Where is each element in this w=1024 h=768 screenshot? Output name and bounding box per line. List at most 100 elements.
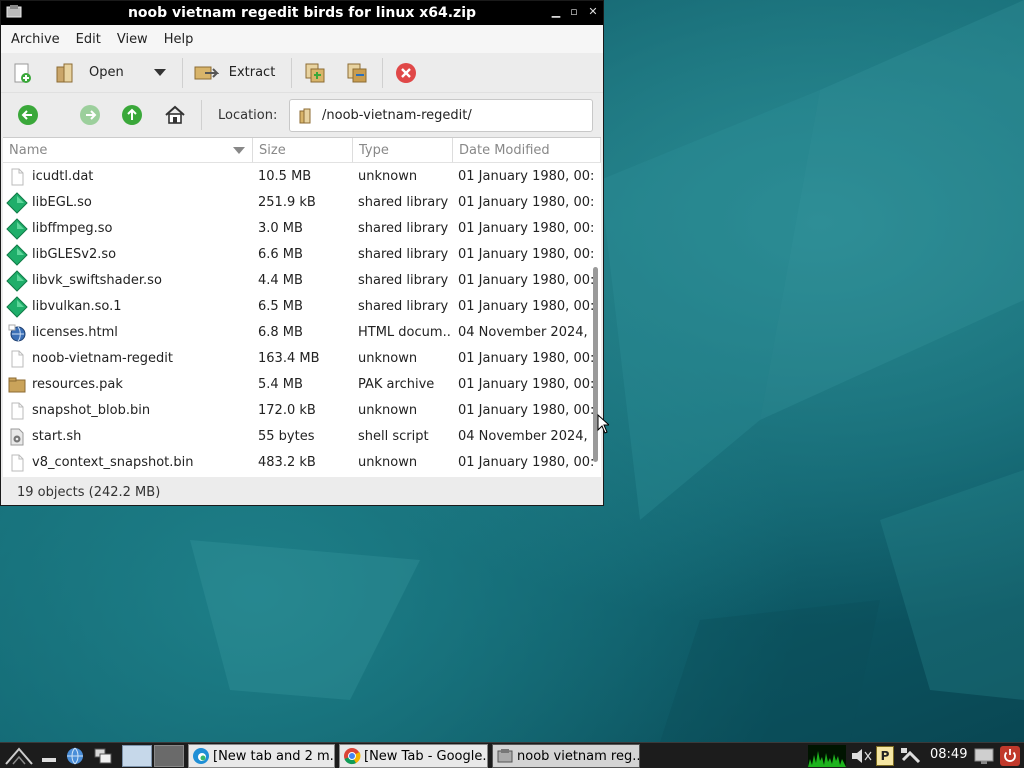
file-name: licenses.html bbox=[32, 325, 118, 340]
file-size: 251.9 kB bbox=[258, 195, 316, 210]
table-row[interactable]: libvk_swiftshader.so 4.4 MB shared library… bbox=[3, 268, 593, 294]
task-label: [New Tab - Google... bbox=[364, 748, 488, 764]
file-type: unknown bbox=[358, 351, 418, 366]
start-menu-icon[interactable] bbox=[4, 746, 34, 766]
file-type: PAK archive bbox=[358, 377, 435, 392]
power-icon[interactable] bbox=[1000, 746, 1020, 766]
shared-library-icon bbox=[6, 270, 28, 292]
task-chrome[interactable]: [New Tab - Google... bbox=[339, 744, 488, 768]
stop-button[interactable] bbox=[393, 57, 419, 89]
table-row[interactable]: libEGL.so 251.9 kB shared library 01 Januar… bbox=[3, 190, 593, 216]
shared-library-icon bbox=[6, 244, 28, 266]
mouse-cursor-icon bbox=[597, 414, 609, 434]
column-header-type[interactable]: Type bbox=[353, 138, 453, 163]
script-icon bbox=[8, 428, 26, 446]
table-row[interactable]: libGLESv2.so 6.6 MB shared library 01 Janua… bbox=[3, 242, 593, 268]
file-date: 01 January 1980, 00:... bbox=[458, 351, 593, 366]
new-archive-button[interactable] bbox=[9, 57, 35, 89]
file-name: noob-vietnam-regedit bbox=[32, 351, 173, 366]
task-archive-manager[interactable]: noob vietnam reg... bbox=[492, 744, 640, 768]
toolbar-separator bbox=[291, 57, 293, 88]
open-button[interactable]: Open bbox=[53, 57, 124, 89]
column-header-size[interactable]: Size bbox=[253, 138, 353, 163]
menu-view[interactable]: View bbox=[111, 32, 154, 47]
volume-icon[interactable] bbox=[850, 748, 872, 764]
folder-path-icon bbox=[299, 108, 311, 123]
file-name: icudtl.dat bbox=[32, 169, 94, 184]
table-row[interactable]: v8_context_snapshot.bin 483.2 kB unknown 01… bbox=[3, 450, 593, 476]
toolbar-separator bbox=[201, 100, 202, 130]
file-name: libffmpeg.so bbox=[32, 221, 113, 236]
file-type: shared library bbox=[358, 273, 449, 288]
taskbar: [New tab and 2 m... [New Tab - Google...… bbox=[0, 742, 1024, 768]
clock[interactable]: 08:49 bbox=[930, 747, 967, 762]
table-row[interactable]: icudtl.dat 10.5 MB unknown 01 January 1980,… bbox=[3, 164, 593, 190]
add-files-icon bbox=[302, 60, 328, 86]
file-icon bbox=[8, 454, 26, 472]
table-row[interactable]: snapshot_blob.bin 172.0 kB unknown 01 Janua… bbox=[3, 398, 593, 424]
workspace-2[interactable] bbox=[154, 745, 184, 767]
column-header-name[interactable]: Name bbox=[3, 138, 253, 163]
archive-icon bbox=[8, 376, 26, 394]
home-icon[interactable] bbox=[163, 103, 187, 127]
extract-button[interactable]: Extract bbox=[193, 57, 275, 89]
location-field[interactable]: /noob-vietnam-regedit/ bbox=[289, 99, 593, 132]
add-folder-button[interactable] bbox=[344, 57, 370, 89]
web-browser-icon[interactable] bbox=[64, 746, 86, 766]
table-row[interactable]: start.sh 55 bytes shell script 04 November … bbox=[3, 424, 593, 450]
open-label: Open bbox=[89, 65, 124, 80]
file-date: 01 January 1980, 00:... bbox=[458, 195, 593, 210]
file-type: unknown bbox=[358, 169, 418, 184]
minimize-button[interactable]: ▁ bbox=[549, 5, 563, 19]
back-arrow-icon[interactable] bbox=[17, 104, 39, 126]
file-type: shell script bbox=[358, 429, 429, 444]
network-icon[interactable] bbox=[900, 747, 922, 765]
column-header-date[interactable]: Date Modified bbox=[453, 138, 601, 163]
shared-library-icon bbox=[6, 192, 28, 214]
open-dropdown-button[interactable] bbox=[153, 57, 166, 89]
file-name: start.sh bbox=[32, 429, 82, 444]
windows-icon[interactable] bbox=[92, 746, 114, 766]
task-label: [New tab and 2 m... bbox=[213, 748, 335, 764]
workspace-1[interactable] bbox=[122, 745, 152, 767]
close-window-button[interactable]: ✕ bbox=[586, 5, 600, 19]
table-row[interactable]: libvulkan.so.1 6.5 MB shared library 01 Jan… bbox=[3, 294, 593, 320]
file-date: 01 January 1980, 00:... bbox=[458, 455, 593, 470]
file-type: shared library bbox=[358, 221, 449, 236]
window-titlebar[interactable]: noob vietnam regedit birds for linux x64… bbox=[1, 1, 603, 25]
file-date: 01 January 1980, 00:... bbox=[458, 221, 593, 236]
table-row[interactable]: resources.pak 5.4 MB PAK archive 01 January… bbox=[3, 372, 593, 398]
table-row[interactable]: licenses.html 6.8 MB HTML docum... 04 Novem… bbox=[3, 320, 593, 346]
file-type: unknown bbox=[358, 403, 418, 418]
add-files-button[interactable] bbox=[302, 57, 328, 89]
file-size: 483.2 kB bbox=[258, 455, 316, 470]
show-desktop-icon[interactable] bbox=[38, 746, 60, 766]
archive-manager-window: noob vietnam regedit birds for linux x64… bbox=[0, 0, 604, 506]
edge-icon bbox=[193, 748, 209, 764]
table-row[interactable]: noob-vietnam-regedit 163.4 MB unknown 01 Ja… bbox=[3, 346, 593, 372]
menu-archive[interactable]: Archive bbox=[5, 32, 66, 47]
task-edge[interactable]: [New tab and 2 m... bbox=[188, 744, 335, 768]
menu-bar: Archive Edit View Help bbox=[1, 25, 603, 53]
tray-badge[interactable]: P bbox=[876, 746, 894, 766]
menu-edit[interactable]: Edit bbox=[70, 32, 107, 47]
extract-icon bbox=[193, 60, 219, 86]
menu-help[interactable]: Help bbox=[158, 32, 200, 47]
file-icon bbox=[8, 350, 26, 368]
file-date: 01 January 1980, 00:... bbox=[458, 247, 593, 262]
new-archive-icon bbox=[9, 60, 35, 86]
file-date: 01 January 1980, 00:... bbox=[458, 403, 593, 418]
table-row[interactable]: libffmpeg.so 3.0 MB shared library 01 Janua… bbox=[3, 216, 593, 242]
forward-arrow-icon[interactable] bbox=[79, 104, 101, 126]
add-folder-icon bbox=[344, 60, 370, 86]
open-archive-icon bbox=[53, 60, 79, 86]
file-date: 04 November 2024, ... bbox=[458, 325, 593, 340]
file-name: snapshot_blob.bin bbox=[32, 403, 151, 418]
toolbar-separator bbox=[382, 57, 384, 88]
maximize-button[interactable]: ▫ bbox=[567, 5, 581, 19]
file-date: 01 January 1980, 00:... bbox=[458, 169, 593, 184]
file-type: shared library bbox=[358, 247, 449, 262]
screen-lock-icon[interactable] bbox=[974, 746, 994, 766]
up-arrow-icon[interactable] bbox=[121, 104, 143, 126]
file-date: 04 November 2024, ... bbox=[458, 429, 593, 444]
